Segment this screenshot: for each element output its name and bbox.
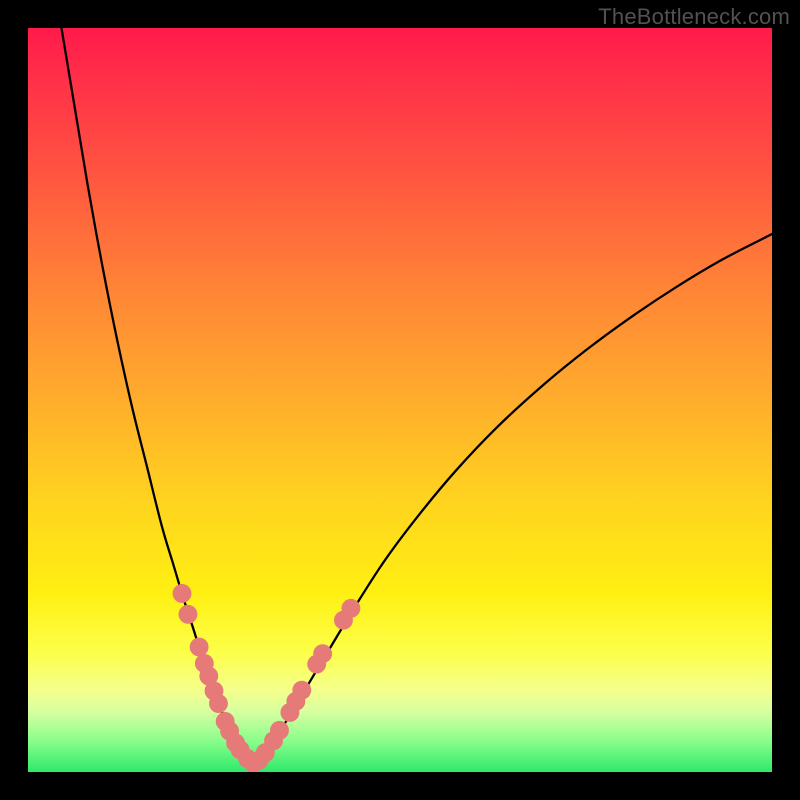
data-marker (293, 681, 311, 699)
watermark-text: TheBottleneck.com (598, 4, 790, 30)
left-branch-curve (61, 28, 253, 763)
chart-frame: TheBottleneck.com (0, 0, 800, 800)
data-marker (179, 605, 197, 623)
data-marker (173, 585, 191, 603)
data-markers (173, 585, 360, 772)
data-marker (342, 599, 360, 617)
right-branch-curve (253, 234, 772, 763)
plot-area (28, 28, 772, 772)
data-marker (271, 721, 289, 739)
data-marker (314, 645, 332, 663)
data-marker (210, 695, 228, 713)
curves-svg (28, 28, 772, 772)
data-marker (190, 638, 208, 656)
